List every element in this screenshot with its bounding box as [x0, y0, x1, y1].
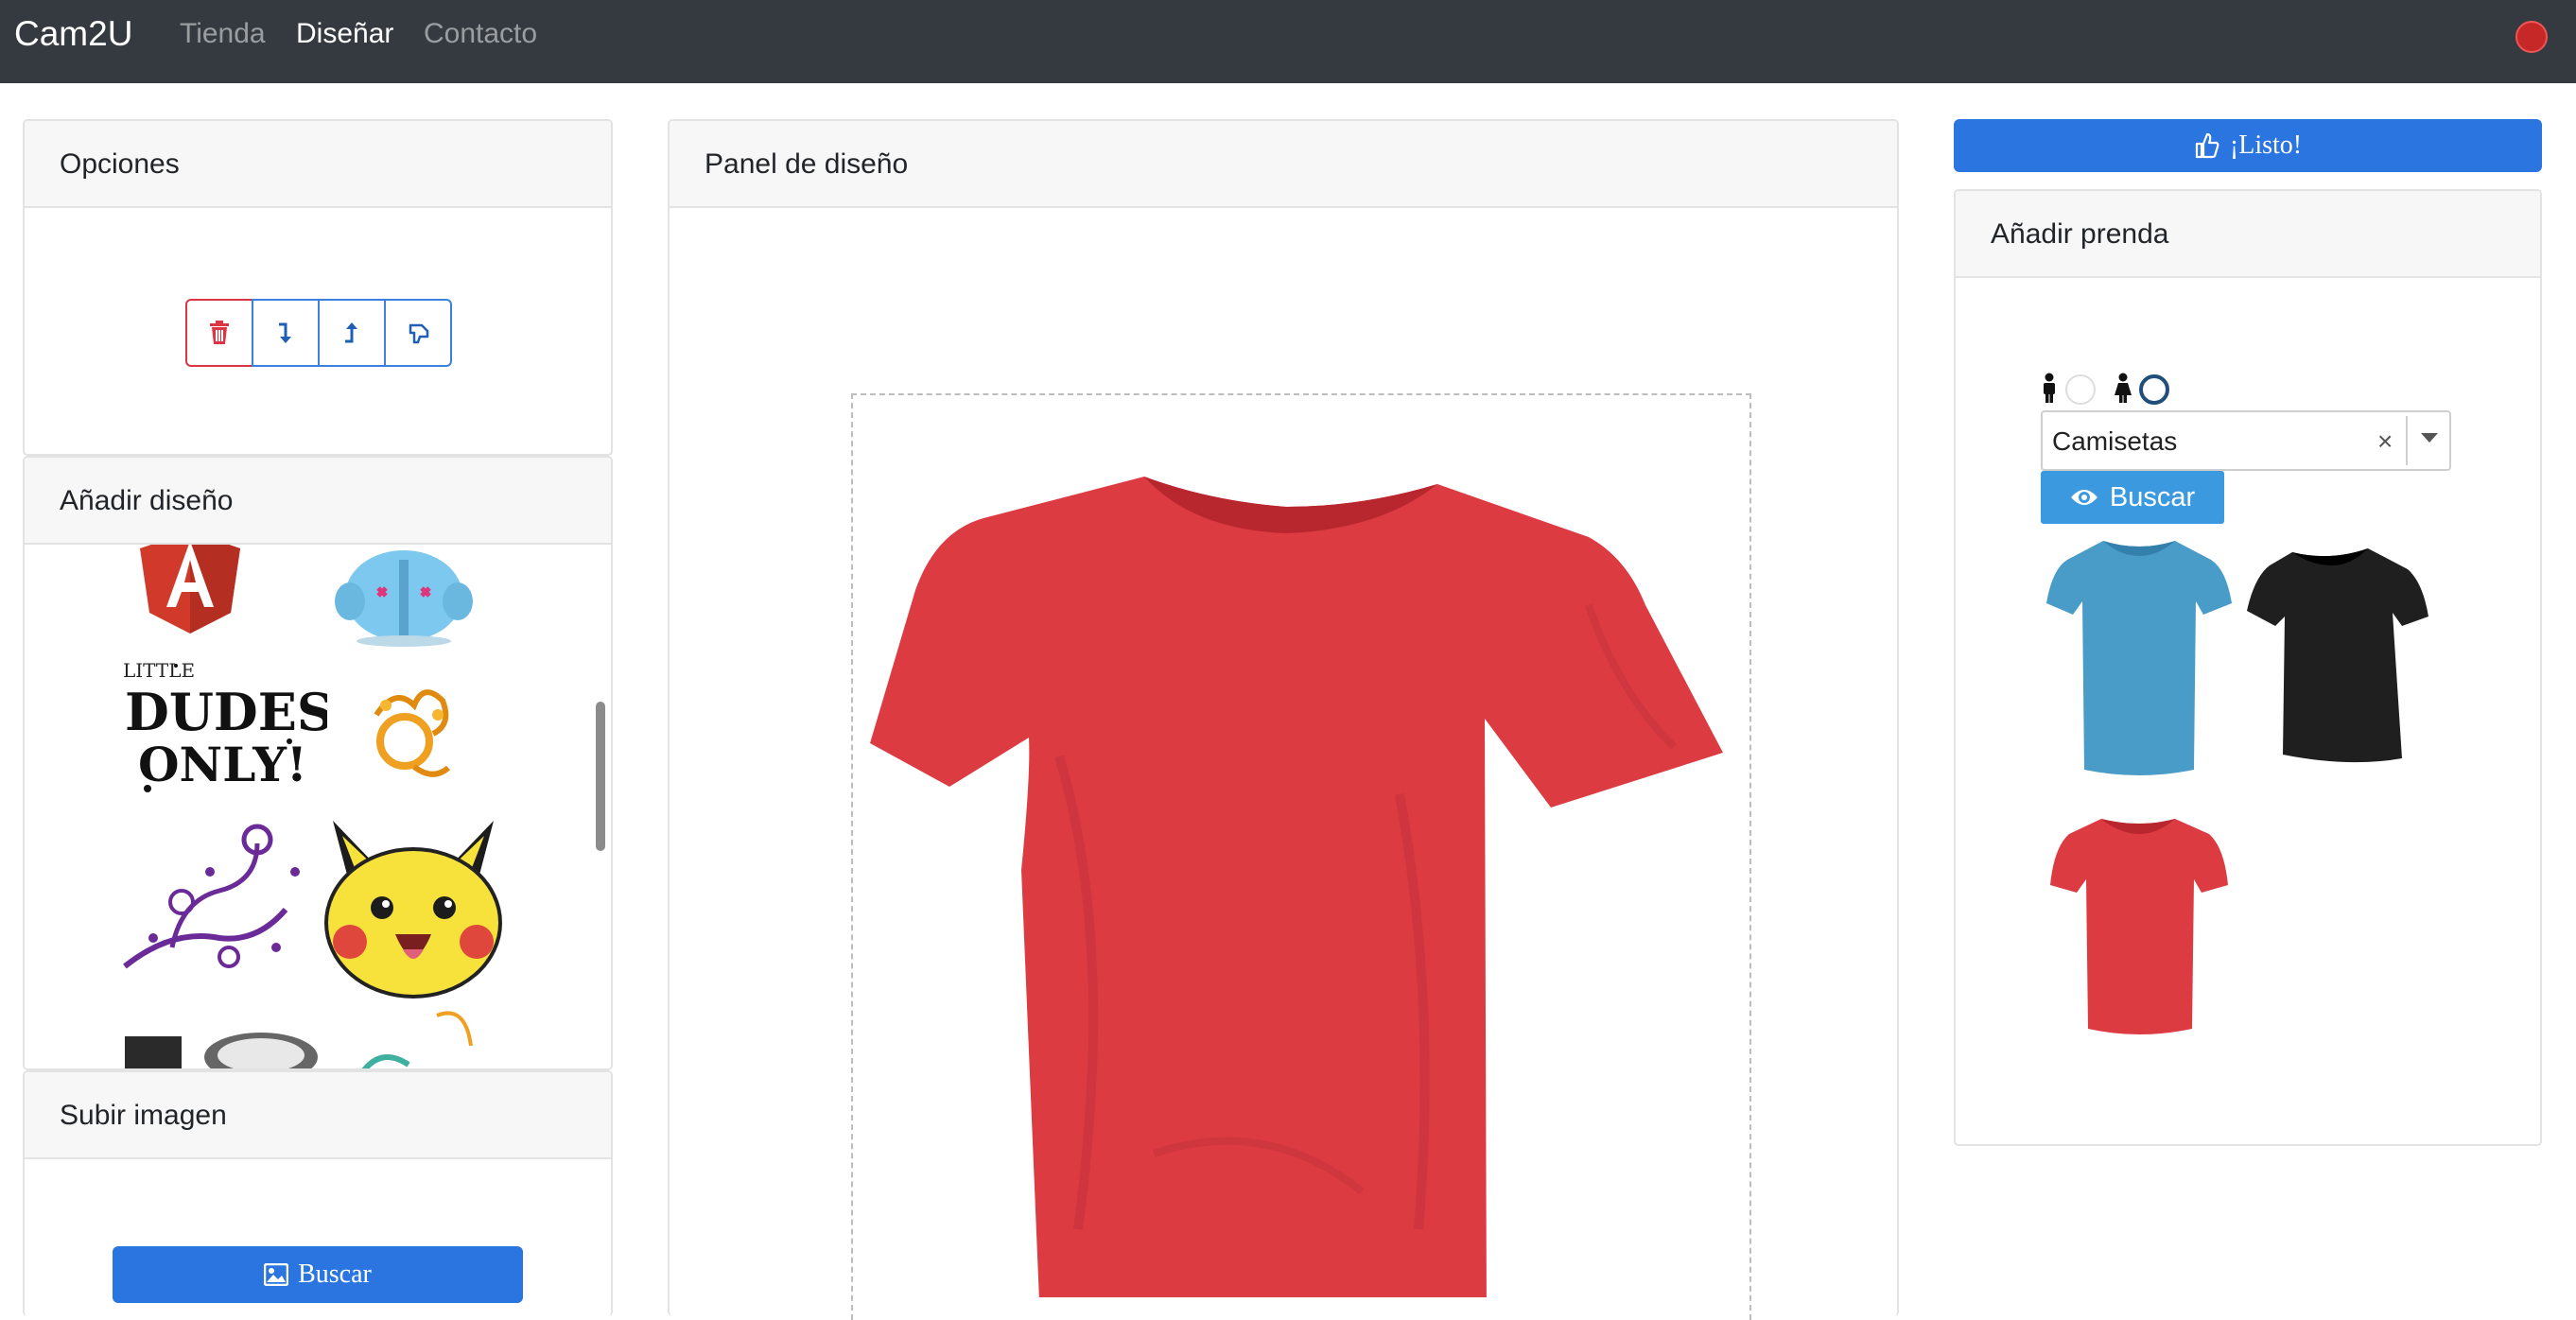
svg-text:DUDES: DUDES — [125, 682, 327, 742]
add-design-card-header: Añadir diseño — [25, 458, 611, 545]
design-purple-floral[interactable] — [115, 815, 323, 976]
thumbs-up-icon — [2195, 132, 2219, 159]
add-design-card: Añadir diseño LITTLE DUDES ONLY! — [23, 456, 613, 1070]
nav-link-disenar[interactable]: Diseñar — [296, 17, 393, 51]
design-panel-title: Panel de diseño — [705, 148, 909, 180]
category-select-value: Camisetas — [2052, 426, 2178, 456]
bring-forward-button[interactable] — [318, 299, 386, 367]
garment-black-tshirt[interactable] — [2245, 545, 2430, 768]
design-partial-2[interactable] — [342, 1008, 503, 1068]
add-design-title: Añadir diseño — [60, 485, 234, 516]
svg-text:LITTLE: LITTLE — [123, 659, 195, 682]
category-select[interactable]: Camisetas × — [2041, 410, 2451, 471]
options-title: Opciones — [60, 148, 180, 180]
select-separator — [2406, 416, 2408, 465]
image-icon — [264, 1263, 289, 1286]
design-little-dudes-only[interactable]: LITTLE DUDES ONLY! — [119, 656, 327, 798]
delete-button[interactable] — [185, 299, 253, 367]
add-garment-title: Añadir prenda — [1991, 218, 2169, 250]
garment-search-button[interactable]: Buscar — [2041, 471, 2224, 524]
send-backward-icon — [279, 322, 291, 343]
options-card-header: Opciones — [25, 121, 611, 208]
brand-logo[interactable]: Cam2U — [14, 13, 132, 55]
design-panel-header: Panel de diseño — [670, 121, 1897, 208]
clear-icon[interactable]: × — [2377, 426, 2393, 458]
design-floral-circle[interactable] — [357, 677, 461, 790]
top-navbar: Cam2U Tienda Diseñar Contacto — [0, 0, 2576, 83]
upload-title: Subir imagen — [60, 1100, 227, 1131]
design-blue-bear[interactable] — [333, 545, 475, 647]
garment-search-label: Buscar — [2109, 481, 2196, 512]
send-backward-button[interactable] — [252, 299, 320, 367]
upload-card-header: Subir imagen — [25, 1072, 611, 1159]
flip-icon — [409, 323, 429, 344]
eye-icon — [2070, 490, 2097, 505]
design-partial-1[interactable] — [119, 1023, 318, 1068]
svg-text:ONLY!: ONLY! — [138, 737, 307, 792]
trash-icon — [210, 321, 229, 344]
female-icon — [2115, 373, 2132, 403]
design-list-scrollbar[interactable] — [596, 702, 605, 851]
gender-radio-female[interactable] — [2139, 374, 2169, 405]
nav-link-tienda[interactable]: Tienda — [180, 17, 266, 51]
upload-search-button[interactable]: Buscar — [113, 1246, 523, 1303]
user-avatar-icon[interactable] — [2515, 21, 2548, 53]
design-list: LITTLE DUDES ONLY! — [25, 545, 611, 1068]
upload-search-label: Buscar — [298, 1259, 372, 1289]
flip-button[interactable] — [384, 299, 452, 367]
male-icon — [2044, 373, 2055, 403]
bring-forward-icon — [345, 322, 357, 343]
garment-blue-tshirt[interactable] — [2045, 537, 2234, 779]
tshirt-canvas-image[interactable] — [870, 473, 1731, 1297]
gender-radio-male[interactable] — [2065, 374, 2096, 405]
done-button[interactable]: ¡Listo! — [1954, 119, 2542, 172]
design-pikachu[interactable] — [314, 817, 513, 1002]
options-button-group — [185, 299, 452, 367]
options-card: Opciones — [23, 119, 613, 456]
design-angular-logo[interactable] — [138, 545, 242, 635]
garment-red-tshirt[interactable] — [2046, 813, 2232, 1040]
done-label: ¡Listo! — [2229, 130, 2303, 160]
nav-link-contacto[interactable]: Contacto — [424, 17, 537, 51]
add-garment-header: Añadir prenda — [1956, 191, 2540, 278]
chevron-down-icon[interactable] — [2421, 433, 2438, 443]
